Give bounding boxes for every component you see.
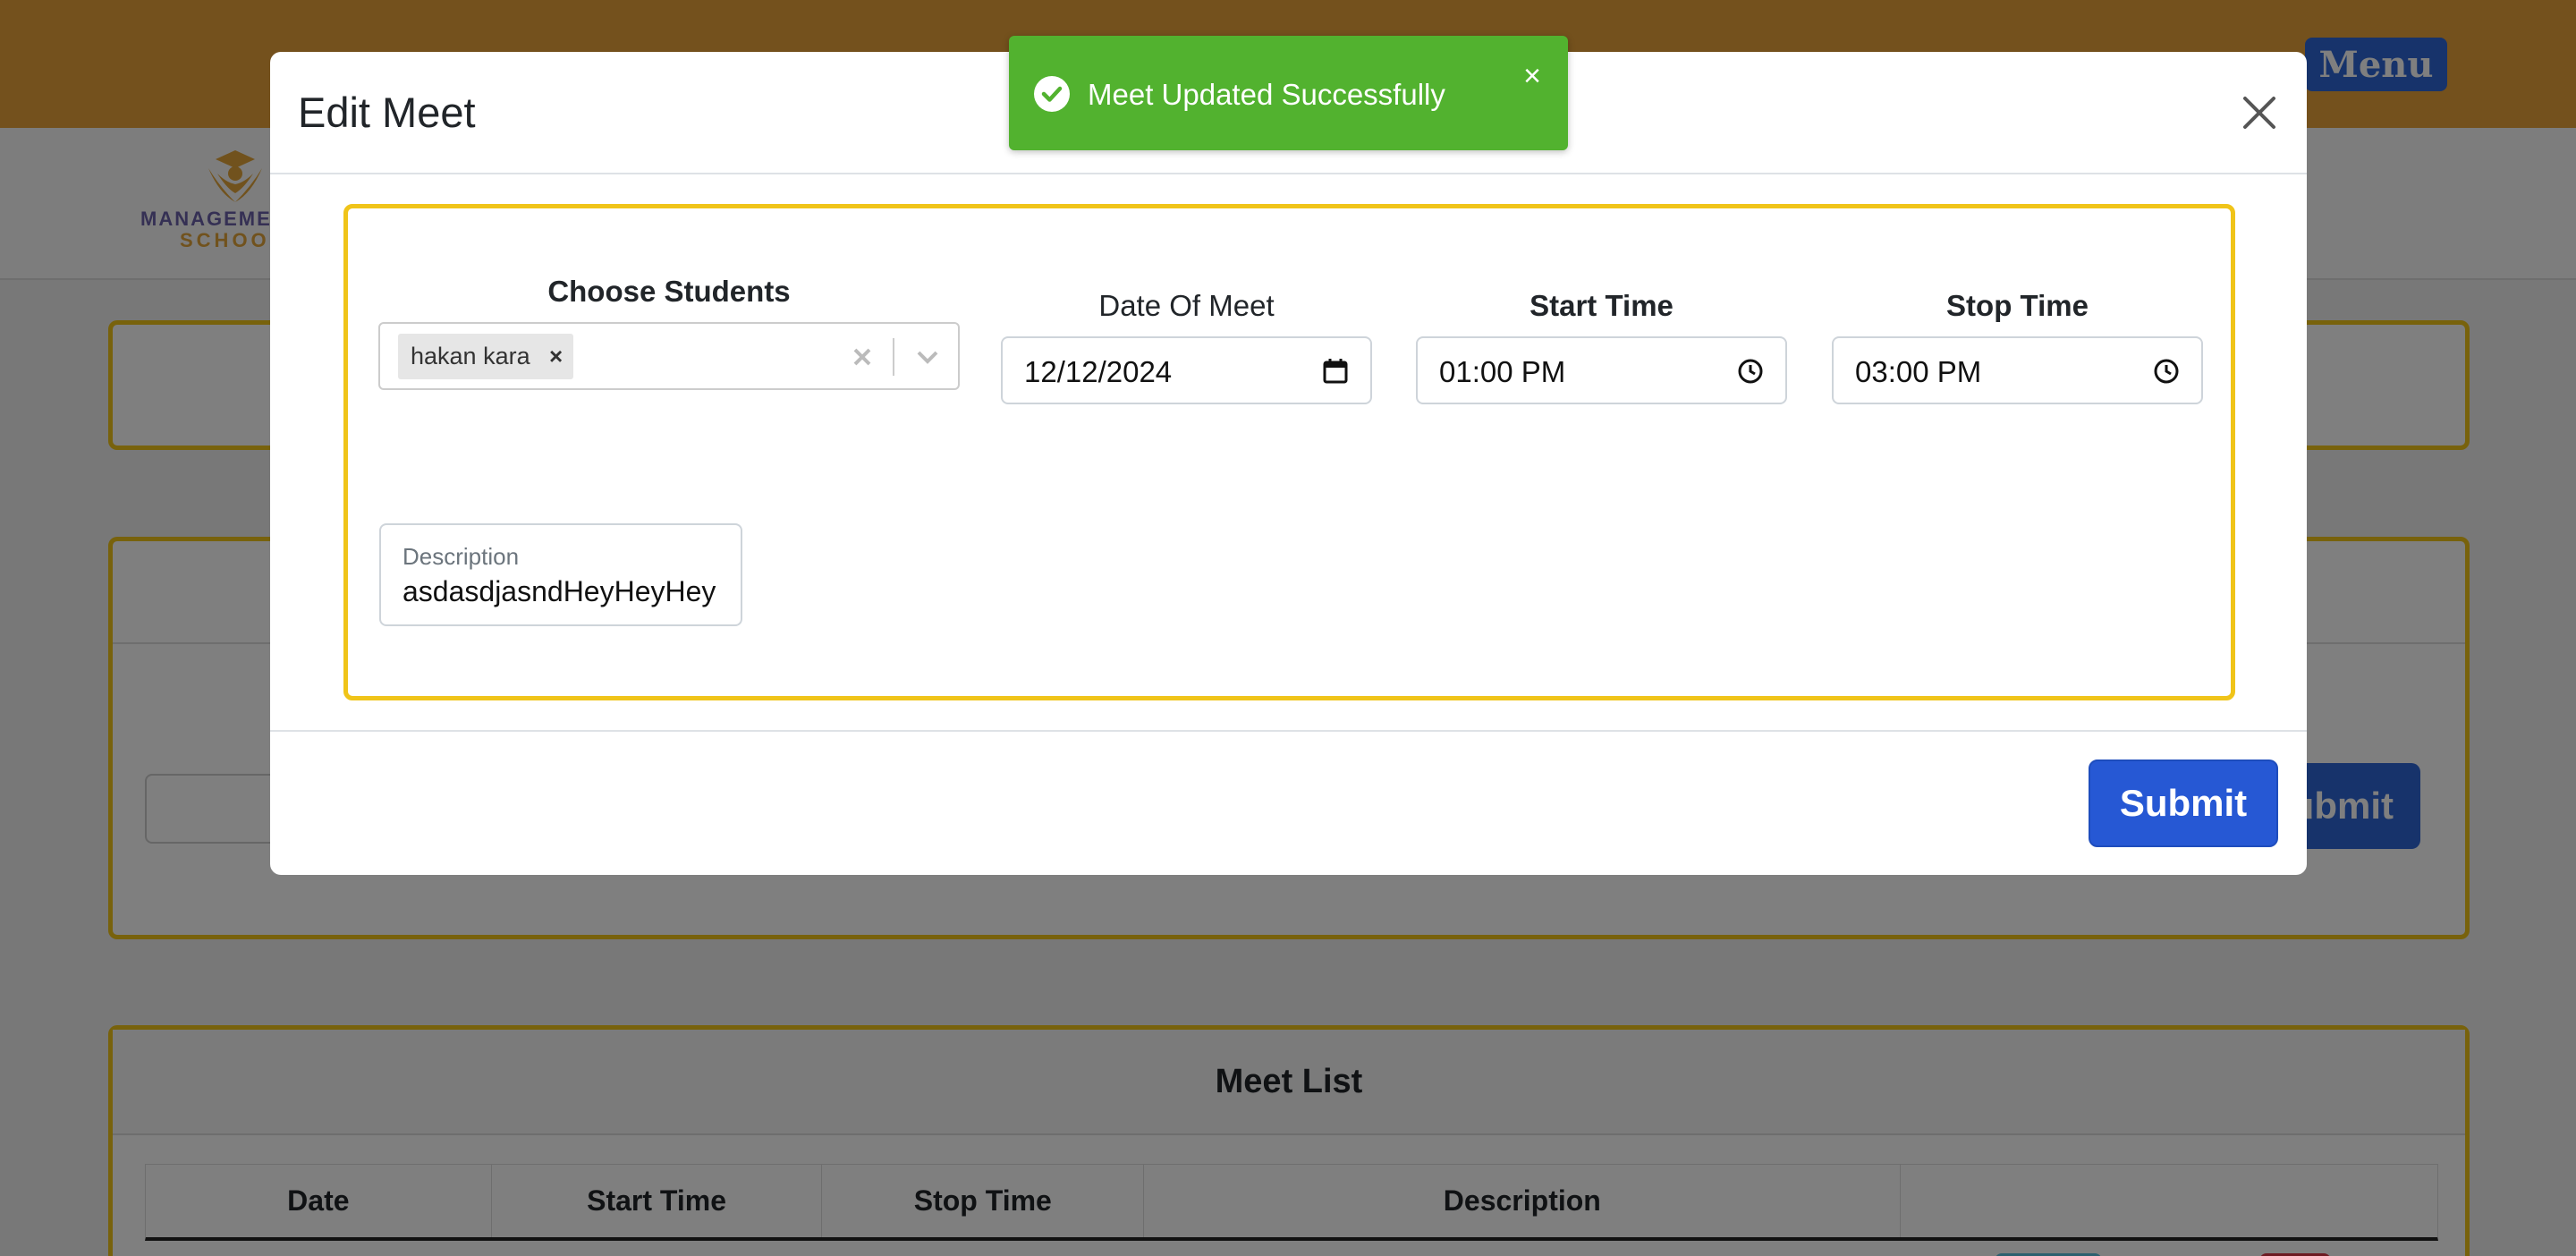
select-separator xyxy=(893,338,894,376)
students-multiselect[interactable]: hakan kara × xyxy=(378,322,960,390)
success-toast: Meet Updated Successfully × xyxy=(1009,36,1568,150)
modal-title: Edit Meet xyxy=(298,89,476,136)
chevron-down-icon[interactable] xyxy=(910,340,945,374)
clear-icon[interactable] xyxy=(845,340,879,374)
clock-icon[interactable] xyxy=(2151,356,2182,386)
meet-form: Choose Students hakan kara × Date Of Mee… xyxy=(343,204,2235,700)
stop-time-label: Stop Time xyxy=(1946,289,2089,322)
submit-button[interactable]: Submit xyxy=(2089,760,2278,847)
start-time-input[interactable]: 01:00 PM xyxy=(1416,336,1787,404)
date-of-meet-input[interactable]: 12/12/2024 xyxy=(1001,336,1372,404)
start-time-label: Start Time xyxy=(1530,289,1674,322)
description-value: asdasdjasndHeyHeyHey xyxy=(402,575,716,607)
student-chip: hakan kara × xyxy=(398,334,573,379)
close-icon[interactable] xyxy=(2236,89,2283,136)
choose-students-label: Choose Students xyxy=(547,275,791,308)
modal-footer xyxy=(270,730,2307,875)
stop-time-value: 03:00 PM xyxy=(1855,355,1982,388)
clock-icon[interactable] xyxy=(1735,356,1766,386)
toast-message: Meet Updated Successfully xyxy=(1088,78,1445,111)
description-field[interactable]: Description asdasdjasndHeyHeyHey xyxy=(379,523,742,626)
date-of-meet-label: Date Of Meet xyxy=(1098,289,1275,322)
calendar-icon[interactable] xyxy=(1320,356,1351,386)
edit-meet-modal: Edit Meet Choose Students hakan kara × D… xyxy=(270,52,2307,875)
date-value: 12/12/2024 xyxy=(1024,355,1173,388)
description-label: Description xyxy=(402,543,520,570)
stop-time-input[interactable]: 03:00 PM xyxy=(1832,336,2203,404)
student-chip-label: hakan kara xyxy=(411,343,530,369)
toast-close-icon[interactable]: × xyxy=(1519,59,1546,93)
chip-remove-icon[interactable]: × xyxy=(539,334,573,379)
check-circle-icon xyxy=(1034,76,1070,112)
start-time-value: 01:00 PM xyxy=(1439,355,1566,388)
